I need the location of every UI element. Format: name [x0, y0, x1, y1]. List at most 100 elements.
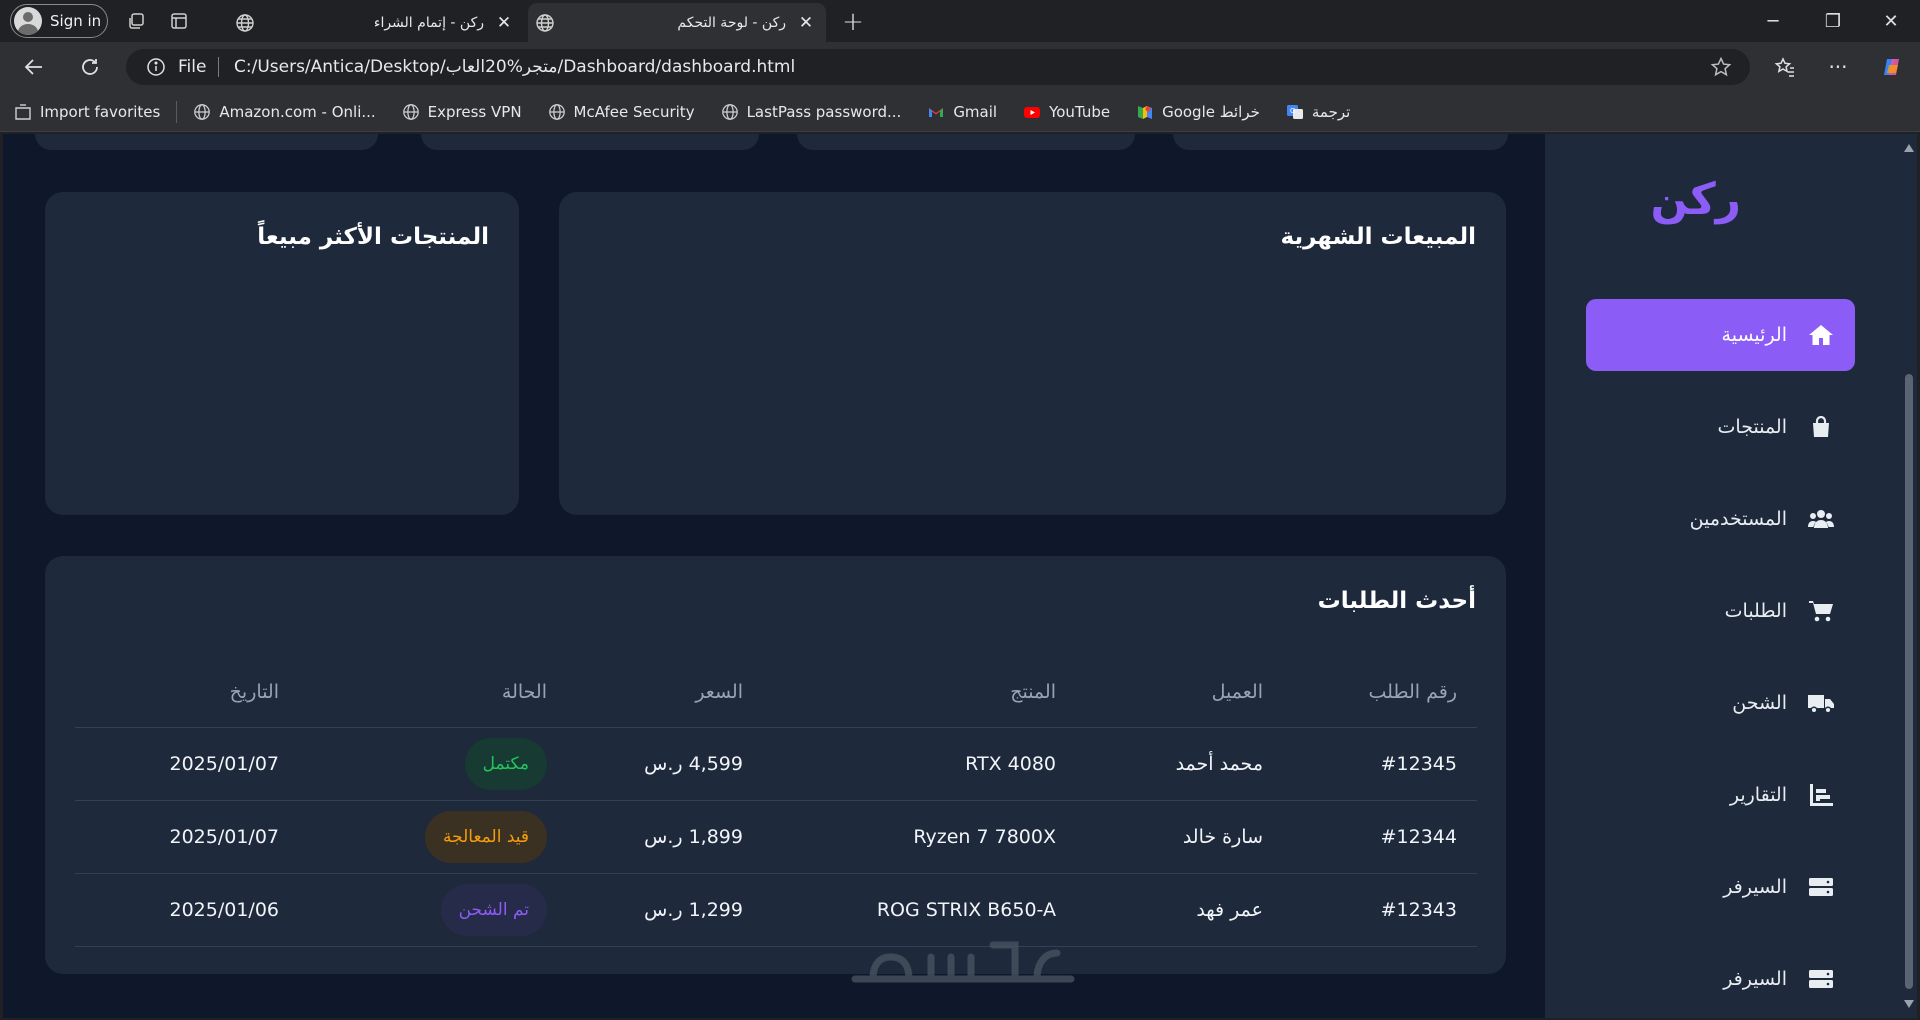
bookmark-label: Import favorites [40, 102, 161, 121]
column-header: رقم الطلب [1368, 680, 1457, 703]
stat-card [1173, 134, 1508, 150]
recent-orders-title: أحدث الطلبات [1317, 588, 1476, 614]
table-row[interactable]: #12345 محمد أحمد RTX 4080 4,599 ر.س مكتم… [75, 728, 1477, 801]
column-header: التاريخ [229, 680, 279, 703]
tab-title: ركن - لوحة التحكم [677, 14, 786, 31]
bookmark-amazon[interactable]: Amazon.com - Onli... [193, 103, 376, 121]
table-header-row: رقم الطلب العميل المنتج السعر الحالة الت… [75, 656, 1477, 728]
bookmark-lastpass[interactable]: LastPass password... [721, 102, 902, 121]
globe-icon [721, 103, 739, 121]
bookmark-label: LastPass password... [746, 102, 902, 121]
sidebar-item-server[interactable]: السيرفر [1586, 943, 1855, 1015]
page-viewport: المنتجات الأكثر مبيعاً المبيعات الشهرية … [3, 134, 1917, 1018]
recent-orders-card: أحدث الطلبات رقم الطلب العميل المنتج الس… [45, 556, 1506, 974]
customer-name: سارة خالد [1182, 826, 1263, 848]
sidebar-item-users[interactable]: المستخدمين [1586, 483, 1855, 555]
tab-checkout[interactable]: ركن - إتمام الشراء ✕ [228, 3, 524, 42]
scroll-up-icon[interactable] [1904, 144, 1914, 152]
server-icon [1807, 965, 1835, 993]
bookmark-divider [176, 100, 178, 123]
page-scrollbar[interactable] [1901, 134, 1917, 1018]
bookmarks-bar: Import favorites Amazon.com - Onli... Ex… [0, 92, 1920, 132]
status-cell: قيد المعالجة [425, 801, 547, 873]
product-name: Ryzen 7 7800X [913, 826, 1056, 848]
table-row[interactable]: #12343 عمر فهد ROG STRIX B650-A 1,299 ر.… [75, 874, 1477, 947]
globe-icon [528, 13, 562, 33]
tab-close-icon[interactable]: ✕ [796, 13, 816, 33]
bookmark-mcafee[interactable]: McAfee Security [548, 103, 695, 121]
stat-card [35, 134, 378, 150]
order-id: #12344 [1380, 826, 1457, 848]
copilot-icon[interactable] [1874, 50, 1910, 84]
home-icon [1807, 321, 1835, 349]
bookmark-translate[interactable]: G ترجمة [1286, 103, 1350, 121]
bookmark-label: Gmail [953, 102, 998, 121]
sidebar-item-server[interactable]: السيرفر [1586, 851, 1855, 923]
youtube-icon [1023, 103, 1041, 121]
status-cell: مكتمل [464, 728, 547, 800]
tab-actions-icon[interactable] [158, 0, 200, 42]
tab-close-icon[interactable]: ✕ [494, 13, 514, 33]
url-text[interactable]: C:/Users/Antica/Desktop/متجر%20العاب/Das… [234, 57, 795, 77]
sidebar-item-label: المنتجات [1717, 416, 1787, 438]
stat-card [797, 134, 1135, 150]
table-row[interactable]: #12344 سارة خالد Ryzen 7 7800X 1,899 ر.س… [75, 801, 1477, 874]
bookmark-gmail[interactable]: Gmail [927, 103, 997, 121]
column-header: المنتج [1010, 680, 1056, 703]
status-badge: قيد المعالجة [425, 811, 547, 863]
bookmark-google-maps[interactable]: Google خرائط [1136, 103, 1260, 121]
sidebar-item-label: الطلبات [1724, 600, 1787, 622]
bookmark-label: YouTube [1049, 102, 1111, 121]
top-products-title: المنتجات الأكثر مبيعاً [257, 224, 489, 250]
sidebar-item-orders[interactable]: الطلبات [1586, 575, 1855, 647]
profile-button[interactable]: Sign in [10, 4, 108, 38]
sidebar-item-reports[interactable]: التقارير [1586, 759, 1855, 831]
info-icon[interactable] [146, 57, 166, 77]
svg-text:G: G [1290, 107, 1295, 115]
tab-dashboard[interactable]: ركن - لوحة التحكم ✕ [528, 3, 826, 42]
monthly-sales-title: المبيعات الشهرية [1280, 224, 1476, 250]
bookmark-youtube[interactable]: YouTube [1023, 103, 1110, 121]
bookmark-label: ترجمة [1311, 102, 1351, 121]
more-options-icon[interactable]: ··· [1820, 50, 1856, 84]
brand-logo[interactable]: ركن [1650, 174, 1741, 225]
bookmark-label: McAfee Security [573, 102, 695, 121]
restore-icon[interactable]: ❐ [1804, 0, 1862, 42]
profile-label: Sign in [50, 12, 102, 30]
browser-tab-bar: Sign in ركن - إتمام الشراء ✕ ركن - لوحة … [0, 0, 1920, 42]
sidebar-item-shipping[interactable]: الشحن [1586, 667, 1855, 739]
product-name: RTX 4080 [965, 753, 1056, 775]
favorites-button[interactable] [1767, 50, 1803, 84]
workspaces-icon[interactable] [116, 0, 158, 42]
favorite-star-icon[interactable] [1710, 56, 1732, 78]
bookmark-express-vpn[interactable]: Express VPN [402, 103, 522, 121]
customer-name: محمد أحمد [1175, 753, 1263, 775]
address-bar[interactable]: File C:/Users/Antica/Desktop/متجر%20العا… [126, 49, 1750, 85]
bookmark-label: Google خرائط [1162, 102, 1260, 121]
status-cell: تم الشحن [440, 874, 547, 946]
sidebar-item-label: الشحن [1732, 692, 1787, 714]
sidebar-item-products[interactable]: المنتجات [1586, 391, 1855, 463]
address-separator [218, 57, 219, 77]
new-tab-button[interactable]: + [836, 6, 870, 38]
bookmark-import-favorites[interactable]: Import favorites [14, 103, 160, 121]
order-price: 4,599 ر.س [644, 753, 743, 775]
translate-icon: G [1286, 103, 1304, 121]
reload-button[interactable] [72, 50, 108, 84]
cart-icon [1807, 597, 1835, 625]
minimize-icon[interactable]: ─ [1744, 0, 1802, 42]
column-header: الحالة [501, 680, 547, 703]
browser-toolbar: File C:/Users/Antica/Desktop/متجر%20العا… [0, 42, 1920, 92]
sidebar-item-label: المستخدمين [1689, 508, 1787, 530]
tab-title: ركن - إتمام الشراء [373, 14, 484, 31]
sidebar-item-home[interactable]: الرئيسية [1586, 299, 1855, 371]
order-price: 1,299 ر.س [644, 899, 743, 921]
stat-card [421, 134, 759, 150]
back-button[interactable] [16, 50, 52, 84]
scroll-down-icon[interactable] [1904, 1000, 1914, 1008]
scroll-thumb[interactable] [1905, 374, 1913, 989]
sidebar: ركن الرئيسية المنتجات المستخدمين الطلبات [1545, 134, 1901, 1018]
close-window-icon[interactable]: ✕ [1862, 0, 1920, 42]
chart-icon [1807, 781, 1835, 809]
globe-icon [193, 103, 211, 121]
